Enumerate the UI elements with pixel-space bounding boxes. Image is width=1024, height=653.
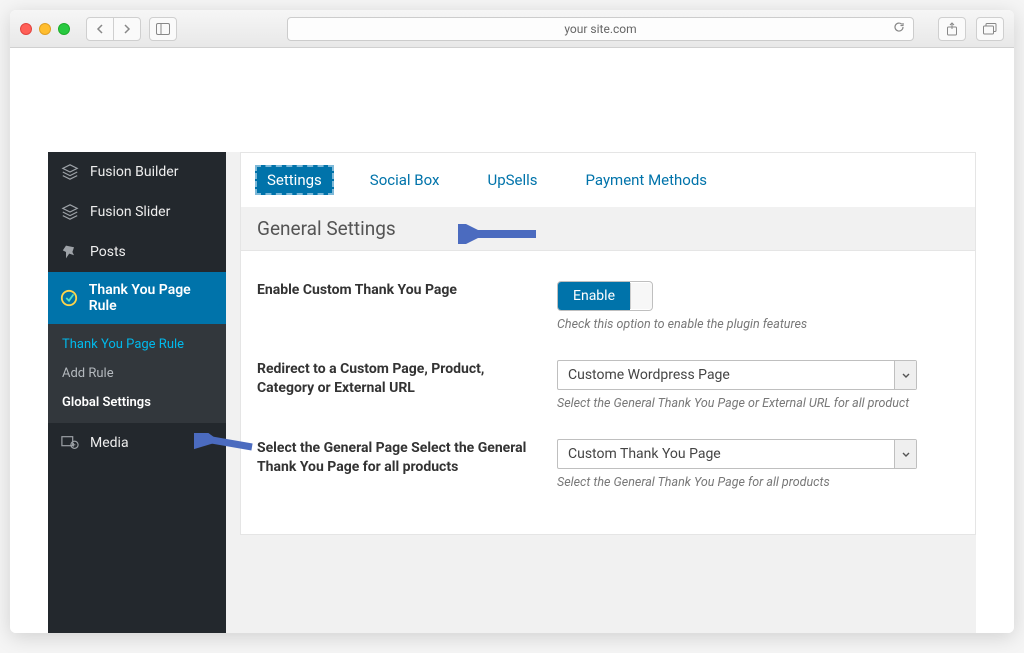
circle-arrow-icon (60, 288, 79, 308)
select-value: Custom Thank You Page (568, 446, 721, 462)
sidebar-item-label: Posts (90, 244, 126, 260)
layers-icon (60, 202, 80, 222)
general-page-select[interactable]: Custom Thank You Page (557, 439, 917, 469)
wp-sidebar: Fusion Builder Fusion Slider Posts (48, 152, 226, 633)
url-bar[interactable]: your site.com (287, 17, 914, 41)
setting-general-page: Select the General Page Select the Gener… (257, 425, 959, 504)
sidebar-item-posts[interactable]: Posts (48, 232, 226, 272)
sidebar-item-media[interactable]: Media (48, 423, 226, 463)
wp-submenu: Thank You Page Rule Add Rule Global Sett… (48, 324, 226, 423)
setting-redirect: Redirect to a Custom Page, Product, Cate… (257, 346, 959, 425)
back-button[interactable] (86, 17, 114, 41)
tabs-button[interactable] (976, 17, 1004, 41)
sidebar-item-label: Fusion Slider (90, 204, 170, 220)
sidebar-item-label: Media (90, 435, 129, 451)
select-value: Custome Wordpress Page (568, 367, 730, 383)
setting-help: Check this option to enable the plugin f… (557, 317, 959, 332)
wp-admin: Fusion Builder Fusion Slider Posts (48, 152, 976, 633)
pin-icon (60, 242, 80, 262)
submenu-global-settings[interactable]: Global Settings (48, 388, 226, 417)
titlebar: your site.com (10, 10, 1014, 48)
tabs: Settings Social Box UpSells Payment Meth… (241, 153, 975, 207)
maximize-window[interactable] (58, 23, 70, 35)
setting-enable: Enable Custom Thank You Page Enable Chec… (257, 267, 959, 346)
right-toolbar (938, 17, 1004, 41)
setting-help: Select the General Thank You Page or Ext… (557, 396, 959, 411)
setting-label: Redirect to a Custom Page, Product, Cate… (257, 360, 537, 411)
submenu-add-rule[interactable]: Add Rule (48, 359, 226, 388)
sidebar-item-label: Fusion Builder (90, 164, 178, 180)
submenu-thank-you-page-rule[interactable]: Thank You Page Rule (48, 330, 226, 359)
tabs-container: Settings Social Box UpSells Payment Meth… (240, 152, 976, 207)
setting-control: Enable Check this option to enable the p… (557, 281, 959, 332)
setting-label: Enable Custom Thank You Page (257, 281, 537, 332)
traffic-lights (20, 23, 70, 35)
tab-payment-methods[interactable]: Payment Methods (574, 165, 720, 195)
settings-body: Enable Custom Thank You Page Enable Chec… (240, 251, 976, 535)
sidebar-toggle[interactable] (149, 17, 177, 41)
section-title: General Settings (257, 217, 396, 240)
tab-upsells[interactable]: UpSells (475, 165, 549, 195)
tab-settings[interactable]: Settings (255, 165, 334, 195)
reload-icon[interactable] (893, 21, 905, 36)
sidebar-item-thank-you-page-rule[interactable]: Thank You Page Rule (48, 272, 226, 324)
toggle-handle (630, 283, 652, 309)
page-content: Fusion Builder Fusion Slider Posts (10, 48, 1014, 633)
media-icon (60, 433, 80, 453)
redirect-select[interactable]: Custome Wordpress Page (557, 360, 917, 390)
setting-control: Custom Thank You Page Select the General… (557, 439, 959, 490)
toggle-label: Enable (558, 282, 630, 310)
setting-help: Select the General Thank You Page for al… (557, 475, 959, 490)
wp-main: Settings Social Box UpSells Payment Meth… (226, 152, 976, 633)
setting-control: Custome Wordpress Page Select the Genera… (557, 360, 959, 411)
url-text: your site.com (564, 22, 636, 36)
forward-button[interactable] (113, 17, 141, 41)
chevron-down-icon (894, 440, 916, 468)
close-window[interactable] (20, 23, 32, 35)
chevron-down-icon (894, 361, 916, 389)
setting-label: Select the General Page Select the Gener… (257, 439, 537, 490)
browser-window: your site.com + Fusion Builder (10, 10, 1014, 633)
tab-social-box[interactable]: Social Box (358, 165, 452, 195)
layers-icon (60, 162, 80, 182)
share-button[interactable] (938, 17, 966, 41)
enable-toggle[interactable]: Enable (557, 281, 653, 311)
nav-buttons (86, 17, 141, 41)
section-header: General Settings (240, 207, 976, 251)
sidebar-item-fusion-slider[interactable]: Fusion Slider (48, 192, 226, 232)
sidebar-item-fusion-builder[interactable]: Fusion Builder (48, 152, 226, 192)
sidebar-item-label: Thank You Page Rule (89, 282, 214, 314)
minimize-window[interactable] (39, 23, 51, 35)
